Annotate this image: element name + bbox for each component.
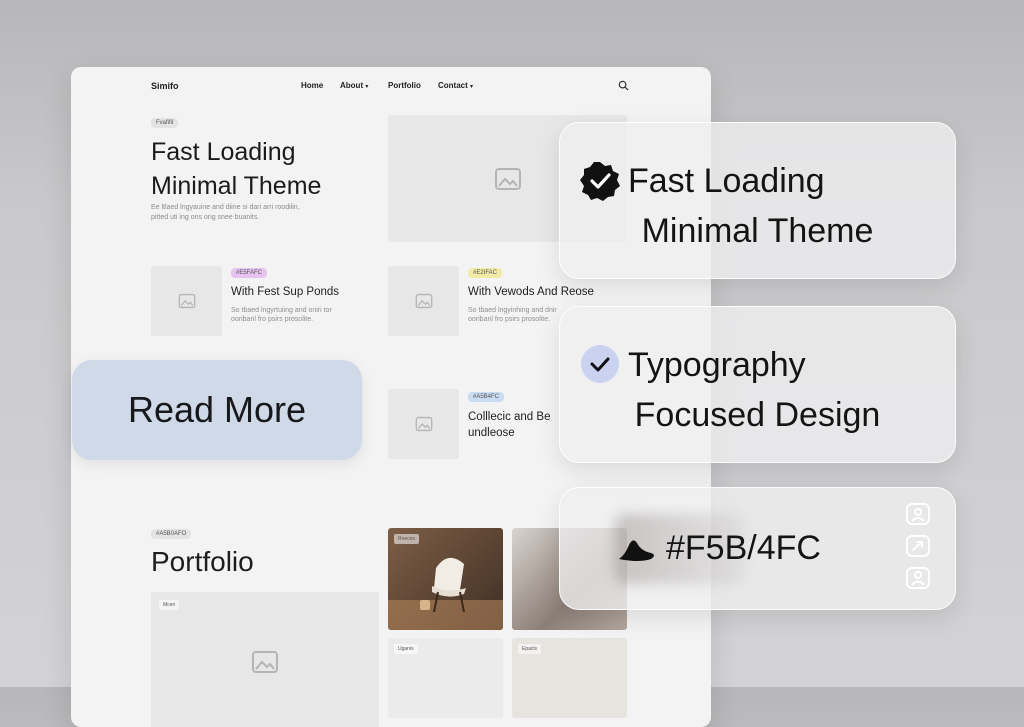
profile-frame-icon[interactable]: [905, 566, 931, 590]
nav-contact-label: Contact: [438, 81, 468, 90]
search-icon[interactable]: [618, 80, 629, 91]
color-blob-icon: [619, 540, 654, 561]
hero-subtitle-line2: pitted uti ing ons ong snee buanits.: [151, 214, 260, 221]
image-icon: [415, 293, 432, 309]
post-title[interactable]: With Fest Sup Ponds: [231, 286, 339, 298]
portfolio-tag: #A5B0AFO: [151, 529, 192, 539]
color-code-text: #F5B/4FC: [666, 529, 821, 567]
post-tag: #A5B4FC: [468, 392, 505, 402]
portfolio-heading: Portfolio: [151, 546, 254, 577]
hero-subtitle-line1: Ee ltlaed lngyauine and diine si dari ar…: [151, 204, 300, 211]
portfolio-label: Epacls: [518, 644, 542, 654]
portfolio-label: Mcen: [159, 600, 180, 610]
image-frame-icon[interactable]: [905, 502, 931, 526]
feature-card-color: #F5B/4FC: [559, 487, 956, 610]
share-arrow-icon[interactable]: [905, 534, 931, 558]
post-title[interactable]: With Vewods And Reose: [468, 286, 594, 298]
portfolio-featured-image[interactable]: Mcen: [151, 592, 379, 727]
hero-subtitle: Ee ltlaed lngyauine and diine si dari ar…: [151, 203, 351, 223]
portfolio-label: Uganis: [394, 644, 418, 654]
feature-card-fast-loading: Fast Loading Minimal Theme: [559, 122, 956, 279]
post-tag: #E5FAFC: [231, 268, 268, 278]
post-thumbnail[interactable]: [388, 389, 459, 459]
post-thumbnail[interactable]: [388, 266, 459, 336]
image-icon: [178, 293, 195, 309]
post-excerpt-line1: So tbaed lngyrtuiing and oniri tor: [231, 307, 332, 314]
hero-title-line2: Minimal Theme: [151, 172, 322, 200]
verified-badge-icon: [580, 162, 620, 201]
card-title-line1: Fast Loading: [628, 162, 825, 200]
nav-home[interactable]: Home: [301, 81, 323, 90]
post-tag: #E2IFAC: [468, 268, 503, 278]
post-excerpt-line2: ooribanl fro psirs prosolite.: [231, 316, 314, 323]
check-circle-icon: [581, 345, 619, 383]
post-title-line1: Colllecic and Be: [468, 411, 551, 423]
card-title-line2: Focused Design: [634, 396, 881, 434]
image-icon: [252, 651, 278, 673]
portfolio-chair-photo[interactable]: Rneces: [388, 528, 503, 630]
card-action-icons: [905, 502, 935, 590]
portfolio-thumbnail[interactable]: Epacls: [512, 638, 627, 718]
chevron-down-icon: ▾: [365, 84, 369, 90]
hero-title-line1: Fast Loading: [151, 138, 296, 166]
site-logo[interactable]: Simifo: [151, 81, 179, 91]
nav-about[interactable]: About ▾: [340, 81, 368, 90]
card-title-line2: Minimal Theme: [641, 212, 874, 250]
feature-card-typography: Typography Focused Design: [559, 306, 956, 463]
post-thumbnail[interactable]: [151, 266, 222, 336]
nav-portfolio[interactable]: Portfolio: [388, 81, 421, 90]
post-excerpt: So tbaed lngyrtuiing and oniri tor oorib…: [231, 306, 381, 324]
hero-tag: Fvafifil: [151, 118, 179, 128]
read-more-button[interactable]: Read More: [72, 360, 362, 460]
nav-contact[interactable]: Contact ▾: [438, 81, 473, 90]
hero-title: Fast Loading Minimal Theme: [151, 135, 381, 203]
chair-illustration: [388, 557, 503, 630]
post-title[interactable]: Colllecic and Be undleose: [468, 409, 550, 441]
chevron-down-icon: ▾: [470, 84, 474, 90]
image-icon: [415, 416, 432, 432]
post-title-line2: undleose: [468, 427, 515, 439]
portfolio-thumbnail[interactable]: Uganis: [388, 638, 503, 718]
card-title-line1: Typography: [628, 346, 806, 384]
image-icon: [494, 167, 521, 190]
nav-about-label: About: [340, 81, 364, 90]
